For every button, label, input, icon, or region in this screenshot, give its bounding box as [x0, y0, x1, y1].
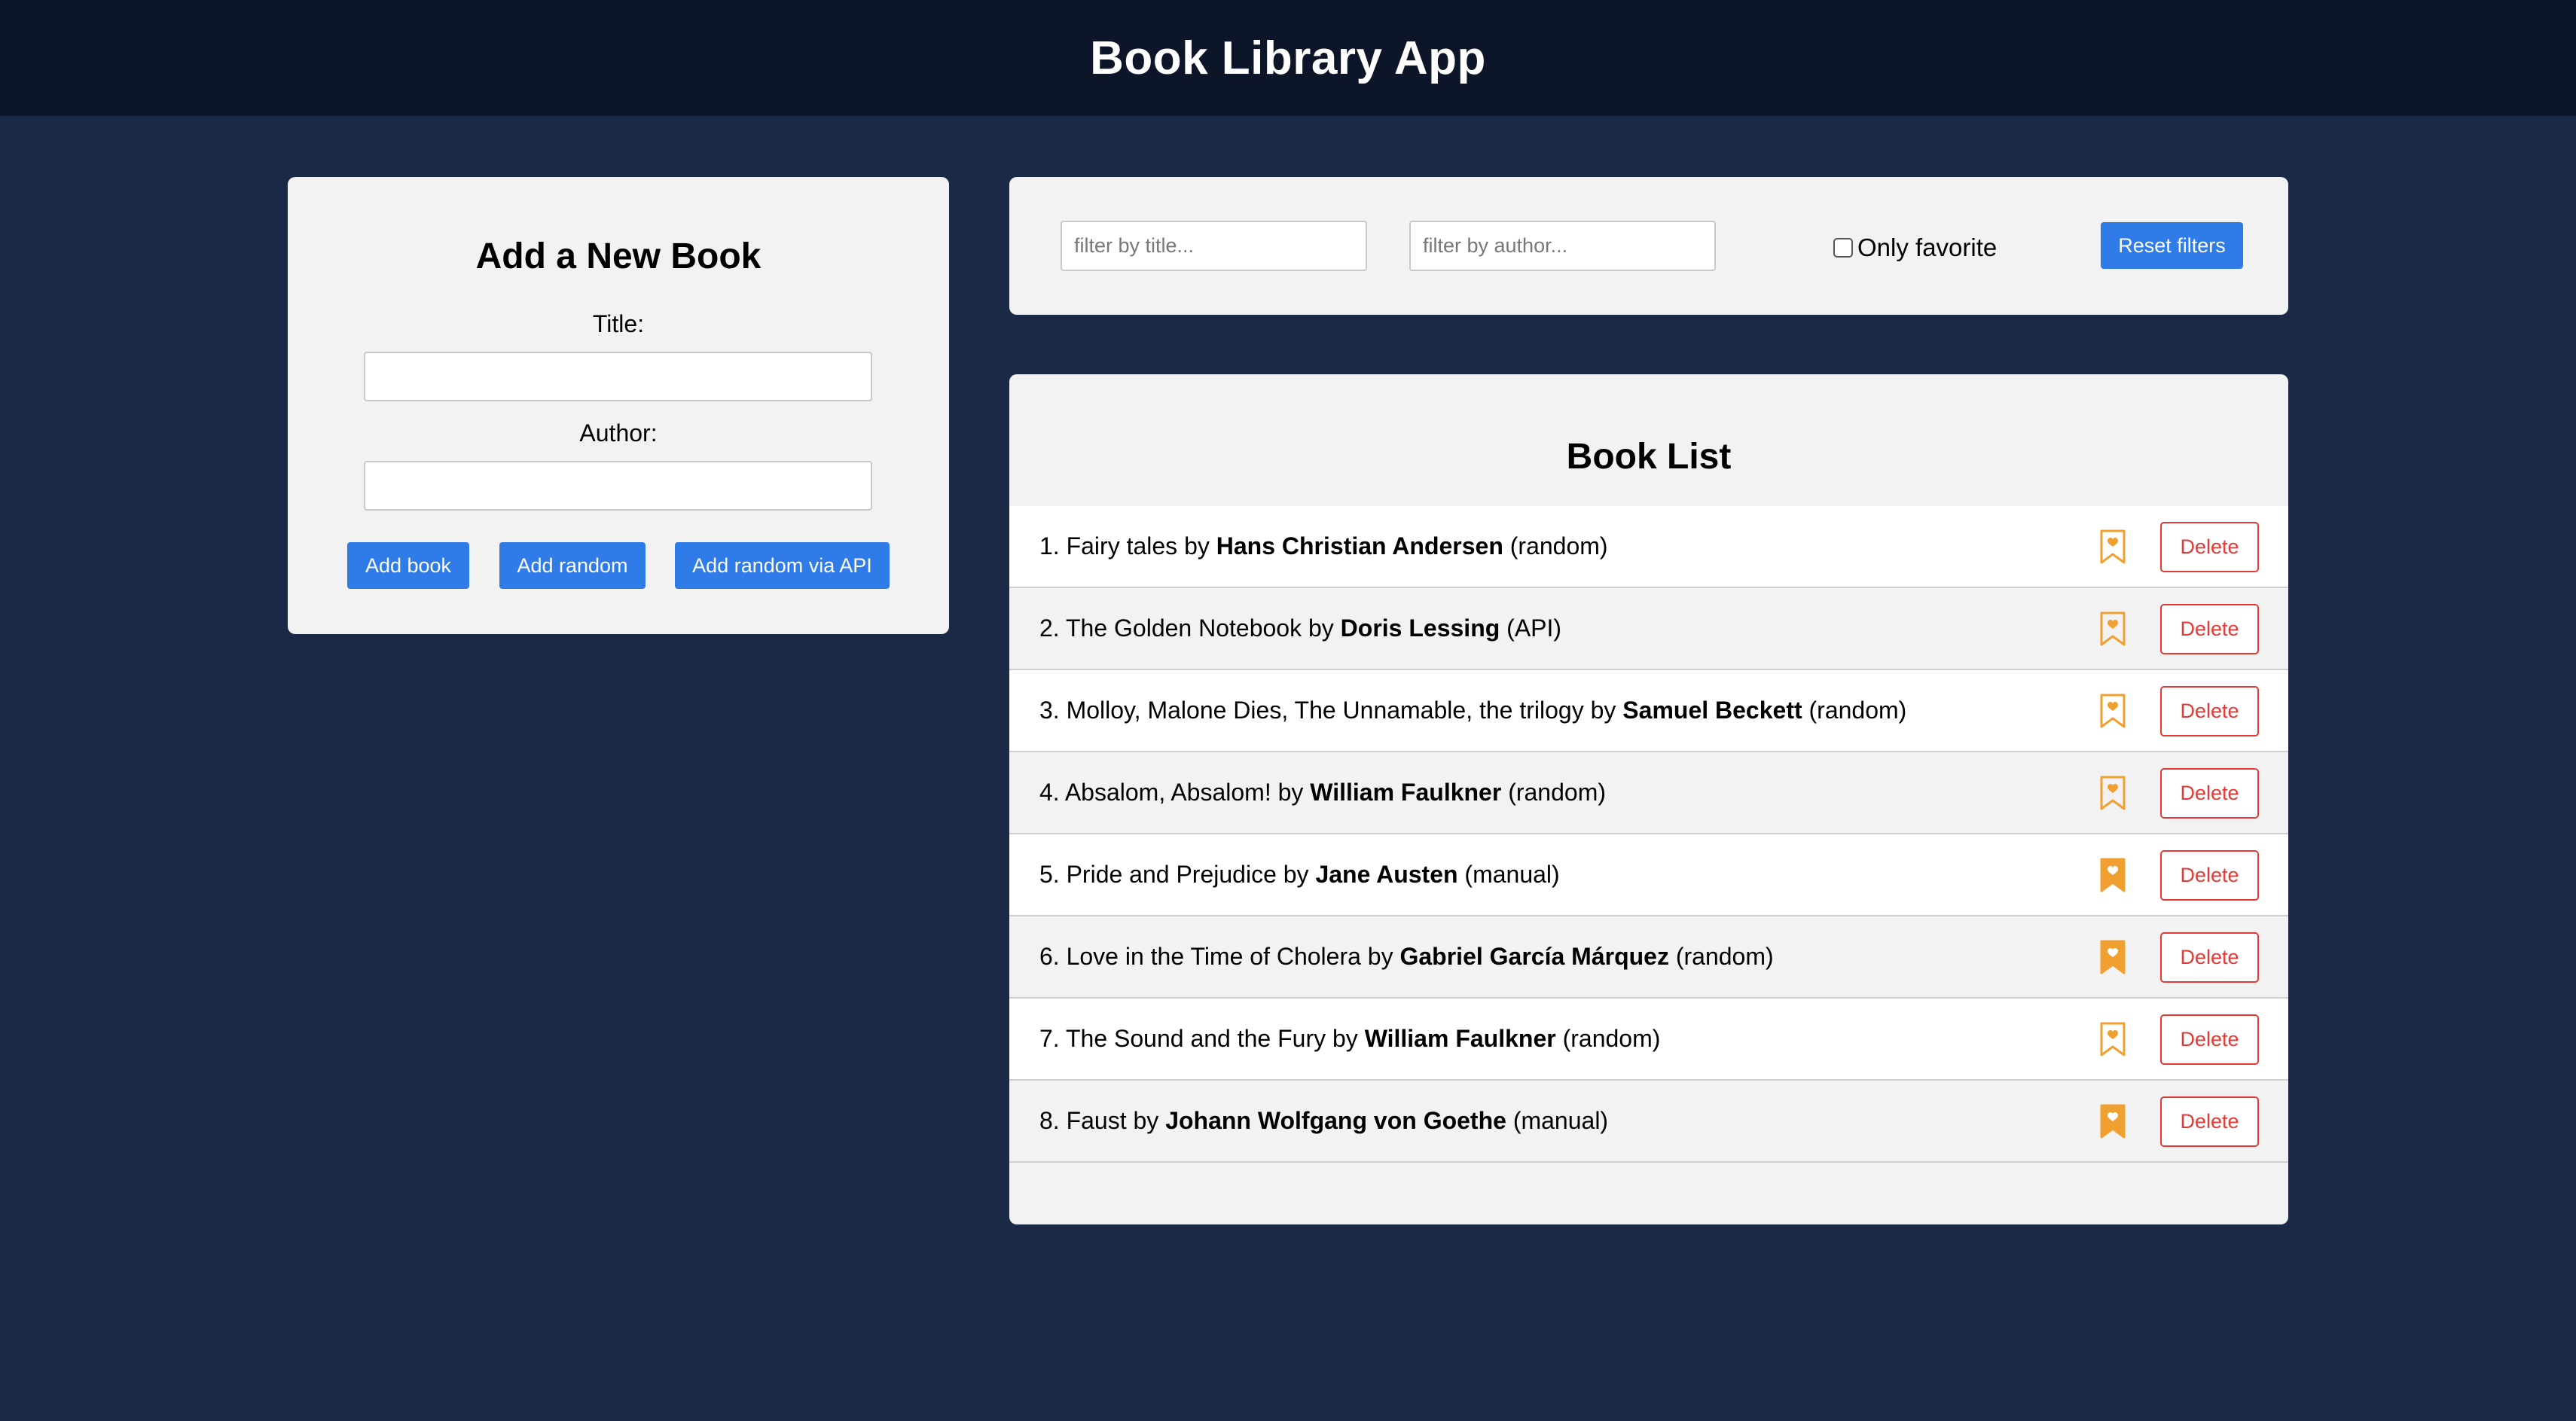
book-row: 8. Faust by Johann Wolfgang von Goethe (…	[1009, 1081, 2288, 1163]
book-source: (random)	[1508, 779, 1606, 806]
by-label: by	[1283, 861, 1309, 888]
delete-button[interactable]: Delete	[2160, 1096, 2259, 1147]
book-row: 2. The Golden Notebook by Doris Lessing …	[1009, 588, 2288, 670]
book-entry: 2. The Golden Notebook by Doris Lessing …	[1039, 614, 1561, 642]
book-entry: 4. Absalom, Absalom! by William Faulkner…	[1039, 779, 1606, 807]
bookmark-outline-icon[interactable]	[2095, 608, 2131, 649]
bookmark-filled-icon[interactable]	[2095, 1101, 2131, 1142]
book-author: Doris Lessing	[1340, 614, 1500, 642]
author-filter-input[interactable]	[1409, 221, 1716, 271]
by-label: by	[1308, 614, 1334, 642]
form-heading: Add a New Book	[475, 236, 762, 276]
delete-button[interactable]: Delete	[2160, 686, 2259, 736]
book-row: 5. Pride and Prejudice by Jane Austen (m…	[1009, 834, 2288, 916]
book-entry: 1. Fairy tales by Hans Christian Anderse…	[1039, 532, 1608, 560]
book-index: 4.	[1039, 779, 1060, 806]
bookmark-outline-icon[interactable]	[2095, 773, 2131, 813]
book-source: (random)	[1808, 697, 1907, 724]
bookmark-outline-icon[interactable]	[2095, 526, 2131, 567]
book-title: Fairy tales	[1066, 532, 1178, 560]
book-row: 7. The Sound and the Fury by William Fau…	[1009, 999, 2288, 1081]
book-entry: 7. The Sound and the Fury by William Fau…	[1039, 1025, 1660, 1053]
book-list-heading: Book List	[1566, 437, 1732, 477]
by-label: by	[1277, 779, 1304, 806]
book-source: (random)	[1562, 1025, 1661, 1052]
book-source: (manual)	[1512, 1107, 1609, 1134]
book-index: 7.	[1039, 1025, 1060, 1052]
book-author: Samuel Beckett	[1622, 697, 1802, 724]
app-header: Book Library App	[0, 0, 2576, 116]
bookmark-filled-icon[interactable]	[2095, 937, 2131, 977]
by-label: by	[1332, 1025, 1358, 1052]
bookmark-outline-icon[interactable]	[2095, 691, 2131, 731]
book-row: 4. Absalom, Absalom! by William Faulkner…	[1009, 752, 2288, 834]
book-index: 2.	[1039, 614, 1060, 642]
by-label: by	[1367, 943, 1393, 970]
author-input[interactable]	[364, 461, 872, 511]
book-entry: 5. Pride and Prejudice by Jane Austen (m…	[1039, 861, 1560, 889]
title-filter-input[interactable]	[1061, 221, 1367, 271]
book-list-panel: Book List 1. Fairy tales by Hans Christi…	[1009, 374, 2288, 1224]
book-index: 5.	[1039, 861, 1060, 888]
book-title: Absalom, Absalom!	[1064, 779, 1271, 806]
book-title: The Golden Notebook	[1066, 614, 1302, 642]
book-entry: 8. Faust by Johann Wolfgang von Goethe (…	[1039, 1107, 1608, 1135]
book-row: 1. Fairy tales by Hans Christian Anderse…	[1009, 506, 2288, 588]
book-title: The Sound and the Fury	[1066, 1025, 1326, 1052]
book-entry: 6. Love in the Time of Cholera by Gabrie…	[1039, 943, 1774, 971]
book-author: Johann Wolfgang von Goethe	[1165, 1107, 1506, 1134]
book-source: (random)	[1509, 532, 1608, 560]
delete-button[interactable]: Delete	[2160, 850, 2259, 901]
delete-button[interactable]: Delete	[2160, 768, 2259, 819]
by-label: by	[1133, 1107, 1159, 1134]
author-label: Author:	[579, 419, 658, 447]
delete-button[interactable]: Delete	[2160, 932, 2259, 983]
book-title: Pride and Prejudice	[1066, 861, 1277, 888]
delete-button[interactable]: Delete	[2160, 1014, 2259, 1065]
book-entry: 3. Molloy, Malone Dies, The Unnamable, t…	[1039, 697, 1906, 724]
book-index: 3.	[1039, 697, 1060, 724]
add-random-button[interactable]: Add random	[499, 542, 646, 589]
title-label: Title:	[592, 310, 645, 337]
book-row: 6. Love in the Time of Cholera by Gabrie…	[1009, 916, 2288, 999]
book-source: (manual)	[1464, 861, 1560, 888]
app-title: Book Library App	[1090, 32, 1486, 84]
book-index: 8.	[1039, 1107, 1060, 1134]
book-author: William Faulkner	[1310, 779, 1502, 806]
book-source: (API)	[1506, 614, 1562, 642]
book-source: (random)	[1675, 943, 1774, 970]
title-input[interactable]	[364, 352, 872, 401]
only-favorite-checkbox[interactable]	[1833, 238, 1853, 258]
reset-filters-button[interactable]: Reset filters	[2101, 222, 2243, 269]
bookmark-outline-icon[interactable]	[2095, 1019, 2131, 1060]
book-list: 1. Fairy tales by Hans Christian Anderse…	[1009, 506, 2288, 1163]
book-row: 3. Molloy, Malone Dies, The Unnamable, t…	[1009, 670, 2288, 752]
book-index: 6.	[1039, 943, 1060, 970]
by-label: by	[1590, 697, 1616, 724]
only-favorite-toggle[interactable]: Only favorite	[1833, 233, 1998, 261]
delete-button[interactable]: Delete	[2160, 604, 2259, 654]
book-author: Jane Austen	[1315, 861, 1458, 888]
only-favorite-label: Only favorite	[1857, 233, 1998, 261]
book-title: Molloy, Malone Dies, The Unnamable, the …	[1066, 697, 1584, 724]
book-title: Love in the Time of Cholera	[1066, 943, 1361, 970]
book-author: William Faulkner	[1364, 1025, 1556, 1052]
filter-bar: Only favorite Reset filters	[1009, 177, 2288, 315]
bookmark-filled-icon[interactable]	[2095, 855, 2131, 895]
add-book-form: Add a New Book Title: Author: Add book A…	[288, 177, 949, 634]
book-author: Gabriel García Márquez	[1399, 943, 1669, 970]
book-title: Faust	[1066, 1107, 1127, 1134]
add-random-api-button[interactable]: Add random via API	[675, 542, 890, 589]
by-label: by	[1184, 532, 1210, 560]
delete-button[interactable]: Delete	[2160, 522, 2259, 572]
book-index: 1.	[1039, 532, 1060, 560]
book-author: Hans Christian Andersen	[1216, 532, 1503, 560]
add-book-button[interactable]: Add book	[347, 542, 469, 589]
